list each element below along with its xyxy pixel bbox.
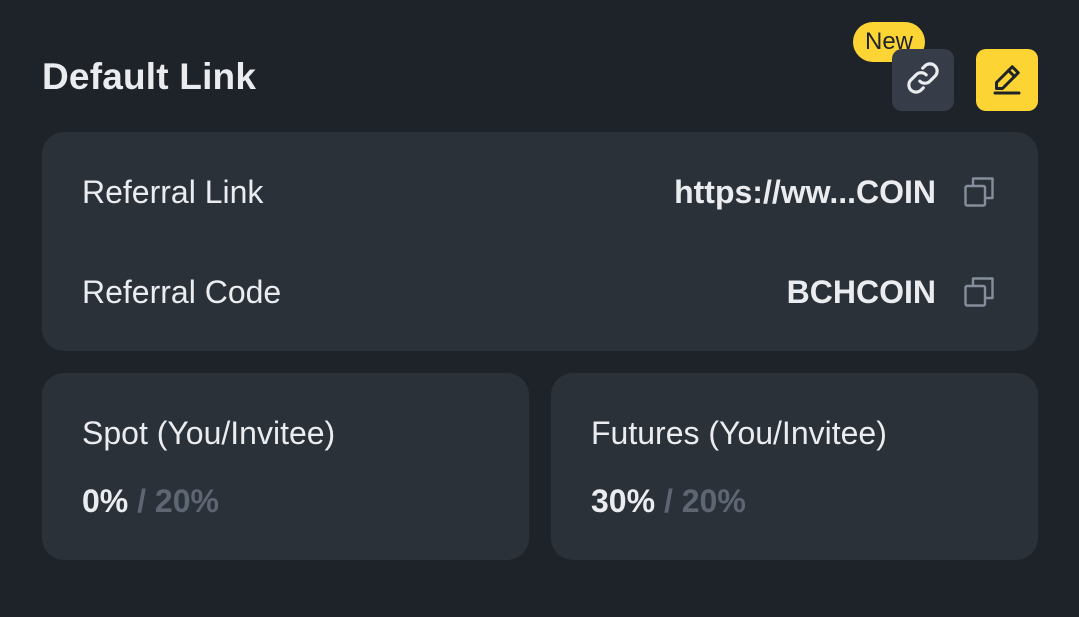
copy-code-icon[interactable] xyxy=(960,273,998,311)
edit-button[interactable] xyxy=(976,49,1038,111)
spot-you-rate: 0% xyxy=(82,483,129,519)
spot-rate-separator: / xyxy=(137,483,147,519)
referral-code-value: BCHCOIN xyxy=(786,273,936,310)
spot-rate-values: 0% / 20% xyxy=(82,483,219,520)
referral-code-value-group: BCHCOIN xyxy=(787,273,998,311)
link-button[interactable] xyxy=(892,49,954,111)
pencil-icon xyxy=(989,60,1025,101)
page-title: Default Link xyxy=(42,56,257,97)
futures-rate-card: Futures (You/Invitee) 30% / 20% xyxy=(551,373,1038,560)
referral-link-label: Referral Link xyxy=(82,173,264,210)
referral-code-row: Referral Code BCHCOIN xyxy=(82,272,998,312)
spot-rate-card: Spot (You/Invitee) 0% / 20% xyxy=(42,373,529,560)
futures-rate-values: 30% / 20% xyxy=(591,483,746,520)
futures-rate-separator: / xyxy=(663,483,673,519)
referral-link-row: Referral Link https://ww...COIN xyxy=(82,172,998,212)
referral-link-value-group: https://ww...COIN xyxy=(674,173,998,211)
referral-link-value: https://ww...COIN xyxy=(674,173,936,210)
link-icon xyxy=(904,59,942,102)
copy-link-icon[interactable] xyxy=(960,173,998,211)
futures-invitee-rate: 20% xyxy=(681,483,746,519)
referral-code-label: Referral Code xyxy=(82,273,282,310)
futures-you-rate: 30% xyxy=(591,483,656,519)
referral-card: Referral Link https://ww...COIN Referral… xyxy=(42,132,1038,351)
futures-rate-label: Futures (You/Invitee) xyxy=(591,415,887,451)
spot-rate-label: Spot (You/Invitee) xyxy=(82,415,336,451)
spot-invitee-rate: 20% xyxy=(154,483,219,519)
